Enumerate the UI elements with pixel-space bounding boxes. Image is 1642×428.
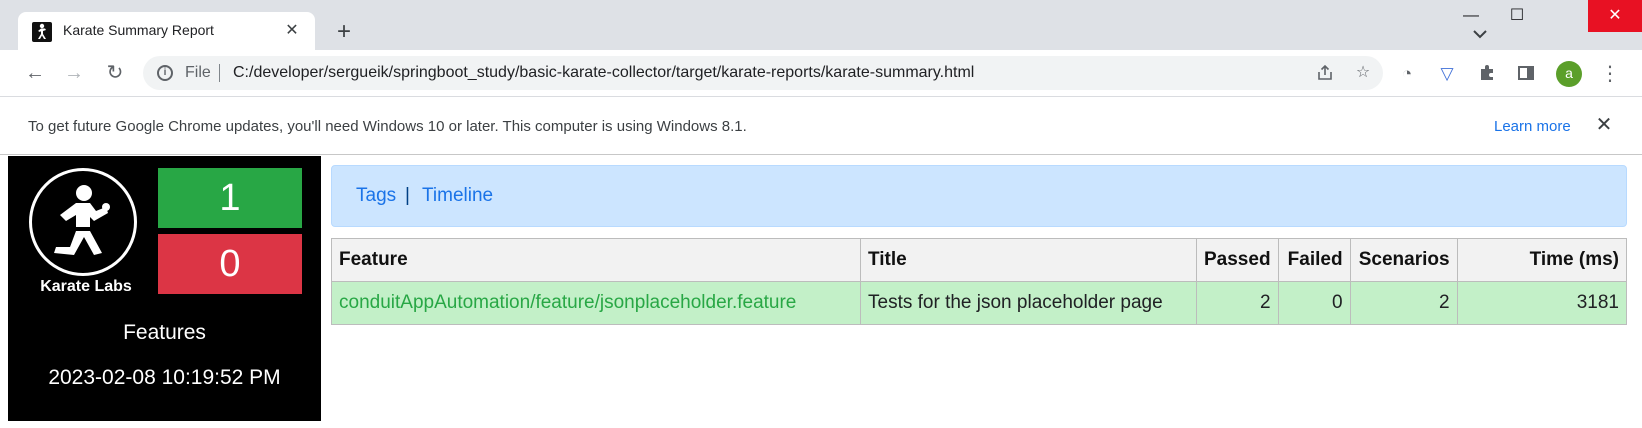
window-close-button[interactable]: ✕	[1588, 0, 1642, 32]
report-page: Karate Labs 1 0 Features 2023-02-08 10:1…	[0, 156, 1642, 424]
info-icon[interactable]: i	[157, 65, 173, 81]
extensions-puzzle-icon[interactable]	[1476, 63, 1498, 85]
reload-button[interactable]: ↻	[100, 58, 130, 88]
karate-favicon-icon	[32, 22, 52, 42]
infobar-message: To get future Google Chrome updates, you…	[28, 118, 747, 135]
url-text[interactable]: C:/developer/sergueik/springboot_study/b…	[233, 64, 974, 82]
tab-close-icon[interactable]: ✕	[280, 19, 304, 43]
report-nav: Tags | Timeline	[331, 165, 1627, 227]
header-scenarios: Scenarios	[1349, 238, 1458, 282]
browser-tab[interactable]: Karate Summary Report ✕	[18, 12, 315, 50]
bookmark-star-icon[interactable]: ☆	[1353, 63, 1373, 83]
address-bar[interactable]: i File C:/developer/sergueik/springboot_…	[143, 56, 1383, 90]
failed-cell: 0	[1277, 281, 1351, 325]
history-extension-icon[interactable]: ◔	[1396, 63, 1418, 85]
karate-logo	[29, 168, 137, 276]
features-heading: Features	[123, 321, 206, 344]
minimize-button[interactable]: —	[1448, 0, 1494, 32]
tags-link[interactable]: Tags	[356, 185, 396, 207]
table-header-row: Feature Title Passed Failed Scenarios Ti…	[331, 238, 1628, 282]
sidebar: Karate Labs 1 0 Features 2023-02-08 10:1…	[8, 156, 321, 421]
table-row: conduitAppAutomation/feature/jsonplaceho…	[331, 281, 1628, 325]
tab-strip: Karate Summary Report ✕ + — ☐ ✕	[0, 0, 1642, 50]
maximize-button[interactable]: ☐	[1494, 0, 1540, 32]
share-icon[interactable]	[1315, 63, 1335, 83]
v-extension-icon[interactable]: ▽	[1436, 63, 1458, 85]
divider	[219, 64, 220, 82]
file-label: File	[185, 64, 211, 81]
back-button[interactable]: ←	[20, 58, 50, 88]
nav-separator: |	[405, 185, 410, 206]
chrome-menu-icon[interactable]: ⋮	[1598, 59, 1622, 89]
header-time: Time (ms)	[1456, 238, 1628, 282]
header-title: Title	[860, 238, 1197, 282]
profile-avatar[interactable]: a	[1556, 61, 1582, 87]
feature-title: Tests for the json placeholder page	[860, 281, 1197, 325]
header-passed: Passed	[1196, 238, 1279, 282]
tab-title: Karate Summary Report	[63, 22, 214, 38]
infobar-close-icon[interactable]: ✕	[1593, 114, 1615, 136]
feature-link[interactable]: conduitAppAutomation/feature/jsonplaceho…	[331, 281, 861, 325]
report-date: 2023-02-08 10:19:52 PM	[48, 366, 281, 389]
header-feature: Feature	[331, 238, 861, 282]
forward-button[interactable]: →	[59, 58, 89, 88]
header-failed: Failed	[1277, 238, 1351, 282]
learn-more-link[interactable]: Learn more	[1494, 118, 1571, 135]
features-table: Feature Title Passed Failed Scenarios Ti…	[331, 238, 1628, 325]
scenarios-cell: 2	[1349, 281, 1458, 325]
passed-count-badge: 1	[158, 168, 302, 228]
passed-cell: 2	[1196, 281, 1279, 325]
time-cell: 3181	[1456, 281, 1628, 325]
new-tab-button[interactable]: +	[332, 20, 356, 44]
timeline-link[interactable]: Timeline	[422, 185, 493, 207]
logo-label: Karate Labs	[40, 278, 132, 295]
side-panel-icon[interactable]	[1515, 63, 1537, 85]
browser-toolbar: ← → ↻ i File C:/developer/sergueik/sprin…	[0, 50, 1642, 96]
failed-count-badge: 0	[158, 234, 302, 294]
update-infobar: To get future Google Chrome updates, you…	[0, 96, 1642, 155]
